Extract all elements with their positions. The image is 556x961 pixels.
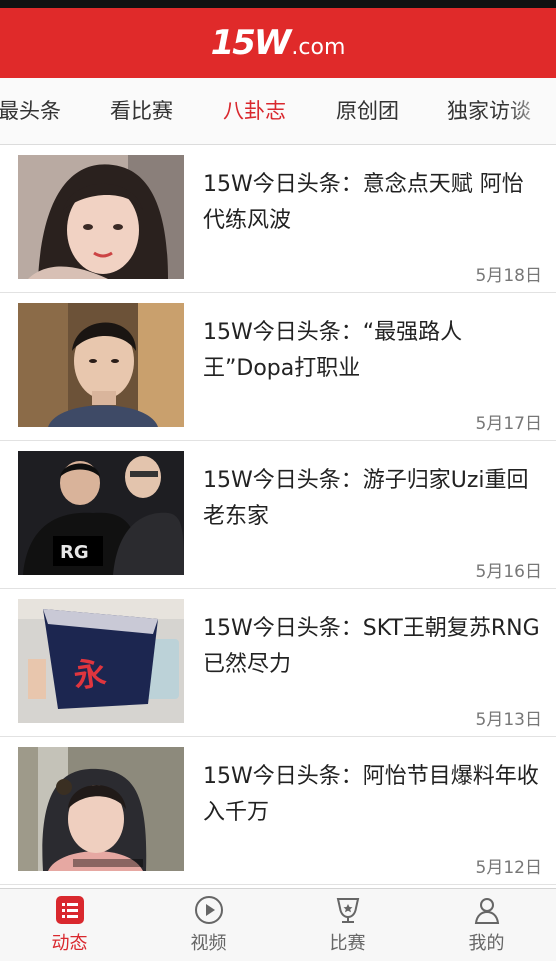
category-tabs: 最头条 看比赛 八卦志 原创团 独家访谈 xyxy=(0,78,556,145)
article-thumbnail xyxy=(18,747,184,871)
nav-feed[interactable]: 动态 xyxy=(0,889,139,961)
logo-main: 15W xyxy=(210,23,292,63)
tab-original[interactable]: 原创团 xyxy=(336,78,399,144)
article-thumbnail xyxy=(18,303,184,427)
article-list: 15W今日头条：意念点天赋 阿怡代练风波 5月18日 15W今日头条：“最强路人… xyxy=(0,145,556,885)
tab-headlines[interactable]: 最头条 xyxy=(0,78,61,144)
trophy-icon xyxy=(336,898,359,923)
logo-suffix: .com xyxy=(291,35,346,60)
tab-gossip[interactable]: 八卦志 xyxy=(223,78,286,144)
play-icon xyxy=(194,896,223,924)
tabs-fade xyxy=(506,78,556,144)
nav-profile-label: 我的 xyxy=(468,933,505,954)
article-title: 15W今日头条：SKT王朝复苏RNG已然尽力 xyxy=(203,616,540,677)
article-item[interactable]: 15W今日头条：“最强路人王”Dopa打职业 5月17日 xyxy=(0,293,556,441)
article-date: 5月12日 xyxy=(475,858,542,878)
bottom-navigation: 动态 视频 比赛 我的 xyxy=(0,888,556,961)
tab-matches[interactable]: 看比赛 xyxy=(110,78,173,144)
article-thumbnail: RG xyxy=(18,451,184,575)
article-date: 5月13日 xyxy=(475,710,542,730)
nav-profile[interactable]: 我的 xyxy=(417,889,556,961)
site-logo: 15W .com xyxy=(211,23,346,63)
nav-video[interactable]: 视频 xyxy=(139,889,278,961)
article-title: 15W今日头条：阿怡节目爆料年收入千万 xyxy=(203,764,539,825)
nav-feed-label: 动态 xyxy=(51,933,88,954)
nav-video-label: 视频 xyxy=(190,933,227,954)
article-thumbnail xyxy=(18,155,184,279)
article-date: 5月16日 xyxy=(475,562,542,582)
article-title: 15W今日头条：“最强路人王”Dopa打职业 xyxy=(203,320,463,381)
article-date: 5月18日 xyxy=(475,266,542,286)
app-header: 15W .com xyxy=(0,8,556,78)
svg-text:永: 永 xyxy=(71,653,108,695)
article-item[interactable]: 15W今日头条：阿怡节目爆料年收入千万 5月12日 xyxy=(0,737,556,885)
person-icon xyxy=(474,898,499,924)
article-item[interactable]: 永 15W今日头条：SKT王朝复苏RNG已然尽力 5月13日 xyxy=(0,589,556,737)
list-icon xyxy=(55,896,84,924)
nav-match[interactable]: 比赛 xyxy=(278,889,417,961)
article-title: 15W今日头条：意念点天赋 阿怡代练风波 xyxy=(203,172,524,233)
status-bar xyxy=(0,0,556,8)
article-title: 15W今日头条：游子归家Uzi重回老东家 xyxy=(203,468,529,529)
svg-text:RG: RG xyxy=(60,542,89,563)
article-item[interactable]: 15W今日头条：意念点天赋 阿怡代练风波 5月18日 xyxy=(0,145,556,293)
nav-match-label: 比赛 xyxy=(329,933,366,954)
article-date: 5月17日 xyxy=(475,414,542,434)
article-item[interactable]: RG 15W今日头条：游子归家Uzi重回老东家 5月16日 xyxy=(0,441,556,589)
article-thumbnail: 永 xyxy=(18,599,184,723)
